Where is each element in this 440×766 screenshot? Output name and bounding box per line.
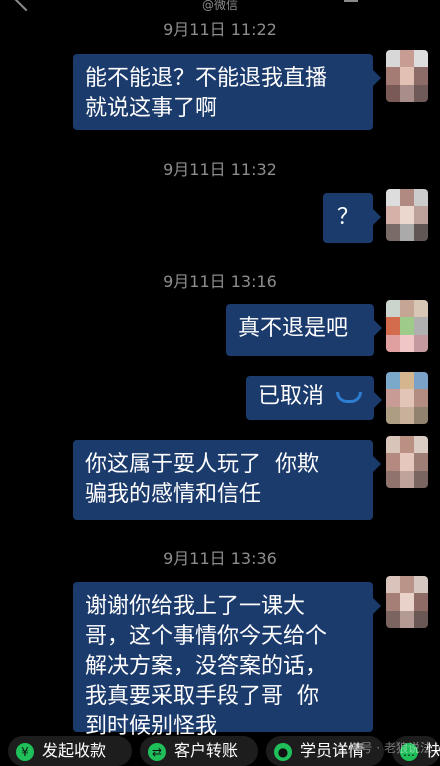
message-text: 谢谢你给我上了一课大 哥，这个事情你今天给个 解决方案，没答案的话， 我真要采取… [85,594,328,739]
message-bubble-2[interactable]: ？ [323,193,381,243]
watermark: 公众号 · 老狼说法 [336,741,432,755]
call-cancelled-bubble[interactable]: 已取消 [246,376,382,420]
avatar[interactable] [386,436,428,488]
message-text: 真不退是吧 [238,316,349,341]
message-bubble-3[interactable]: 真不退是吧 [226,304,382,356]
timestamp-3: 9月11日 13:16 [163,272,277,291]
message-text: 你这属于耍人玩了 你欺 骗我的感情和信任 [85,452,319,507]
avatar[interactable] [386,50,428,102]
avatar[interactable] [386,576,428,628]
timestamp-1: 9月11日 11:22 [163,20,277,39]
top-bar: @微信 [0,0,440,12]
message-text: 能不能退？不能退我直播 就说这事了啊 [85,66,328,121]
avatar[interactable] [386,372,428,424]
source-label: @微信 [201,0,238,12]
message-text: ？ [336,205,359,230]
timestamp-2: 9月11日 11:32 [163,160,277,179]
phone-hangup-icon [336,391,363,403]
avatar[interactable] [386,189,428,241]
menu-line-icon [344,0,358,2]
message-bubble-6[interactable]: 谢谢你给我上了一课大 哥，这个事情你今天给个 解决方案，没答案的话， 我真要采取… [73,582,381,739]
chip-label: 客户转账 [174,741,239,760]
message-text: 已取消 [258,384,325,409]
avatar[interactable] [386,300,428,352]
profile-icon: ● [274,742,292,761]
yen-icon: ¥ [16,742,34,761]
message-bubble-1[interactable]: 能不能退？不能退我直播 就说这事了啊 [73,54,381,130]
message-bubble-5[interactable]: 你这属于耍人玩了 你欺 骗我的感情和信任 [73,440,381,520]
timestamp-4: 9月11日 13:36 [163,549,277,568]
collect-payment-button[interactable]: ¥ 发起收款 [8,736,132,766]
customer-transfer-button[interactable]: ⇄ 客户转账 [140,736,258,766]
transfer-icon: ⇄ [148,742,166,761]
chip-label: 发起收款 [42,741,107,760]
